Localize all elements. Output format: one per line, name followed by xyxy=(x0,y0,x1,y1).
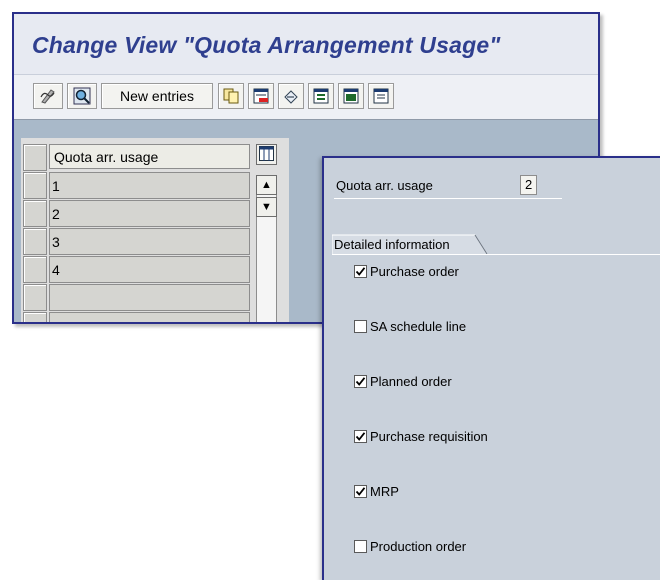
row-selector[interactable] xyxy=(23,312,47,322)
checkbox[interactable] xyxy=(354,320,367,333)
group-box-border xyxy=(332,254,660,255)
table-cell[interactable] xyxy=(49,284,250,311)
checkbox[interactable] xyxy=(354,485,367,498)
select-all-rows-button[interactable] xyxy=(23,144,47,171)
production-order-option[interactable]: Production order xyxy=(354,539,466,554)
table-cell[interactable] xyxy=(49,312,250,322)
checkbox-label: Purchase order xyxy=(370,264,459,279)
select-all-icon xyxy=(313,88,329,104)
display-change-icon xyxy=(39,87,57,105)
quota-usage-field[interactable]: 2 xyxy=(520,175,537,195)
details-icon xyxy=(73,87,91,105)
checkbox-label: Production order xyxy=(370,539,467,554)
scroll-up-button[interactable]: ▲ xyxy=(256,175,277,195)
copy-button[interactable] xyxy=(218,83,244,109)
checkbox-label: MRP xyxy=(370,484,399,499)
deselect-all-icon xyxy=(373,88,389,104)
undo-change-button[interactable] xyxy=(278,83,304,109)
table-cell[interactable]: 2 xyxy=(49,200,250,227)
details-button[interactable] xyxy=(67,83,97,109)
checkbox[interactable] xyxy=(354,375,367,388)
select-all-button[interactable] xyxy=(308,83,334,109)
column-header-quota-usage[interactable]: Quota arr. usage xyxy=(49,144,250,169)
sa-schedule-line-option[interactable]: SA schedule line xyxy=(354,319,466,334)
table-cell[interactable]: 3 xyxy=(49,228,250,255)
group-title: Detailed information xyxy=(334,237,450,252)
mrp-option[interactable]: MRP xyxy=(354,484,399,499)
checkbox-label: SA schedule line xyxy=(370,319,467,334)
triangle-up-icon: ▲ xyxy=(261,179,272,191)
purchase-order-option[interactable]: Purchase order xyxy=(354,264,459,279)
label-underline xyxy=(334,198,562,199)
table-cell[interactable]: 4 xyxy=(49,256,250,283)
table-settings-icon xyxy=(259,145,274,164)
detail-window: Quota arr. usage 2 Detailed information … xyxy=(322,156,660,580)
purchase-requisition-option[interactable]: Purchase requisition xyxy=(354,429,488,444)
checkbox[interactable] xyxy=(354,540,367,553)
checkbox[interactable] xyxy=(354,430,367,443)
checkbox-label: Purchase requisition xyxy=(370,429,488,444)
quota-usage-table: Quota arr. usage 1 2 3 4 ▲ ▼ xyxy=(21,138,289,322)
delete-icon xyxy=(253,88,269,104)
delete-button[interactable] xyxy=(248,83,274,109)
deselect-all-button[interactable] xyxy=(368,83,394,109)
checkbox-label: Planned order xyxy=(370,374,452,389)
row-selector[interactable] xyxy=(23,200,47,227)
row-selector[interactable] xyxy=(23,172,47,199)
scroll-down-button[interactable]: ▼ xyxy=(256,197,277,217)
copy-icon xyxy=(223,88,239,104)
row-selector[interactable] xyxy=(23,284,47,311)
planned-order-option[interactable]: Planned order xyxy=(354,374,452,389)
undo-change-icon xyxy=(283,88,299,104)
display-change-button[interactable] xyxy=(33,83,63,109)
title-bar: Change View "Quota Arrangement Usage" xyxy=(14,14,598,74)
select-block-icon xyxy=(343,88,359,104)
row-selector[interactable] xyxy=(23,228,47,255)
row-selector[interactable] xyxy=(23,256,47,283)
quota-usage-label: Quota arr. usage xyxy=(336,178,433,193)
select-block-button[interactable] xyxy=(338,83,364,109)
table-cell[interactable]: 1 xyxy=(49,172,250,199)
checkbox[interactable] xyxy=(354,265,367,278)
triangle-down-icon: ▼ xyxy=(261,201,272,213)
application-toolbar: New entries xyxy=(14,74,598,120)
new-entries-button[interactable]: New entries xyxy=(101,83,213,109)
page-title: Change View "Quota Arrangement Usage" xyxy=(32,32,501,58)
table-settings-button[interactable] xyxy=(256,144,277,165)
